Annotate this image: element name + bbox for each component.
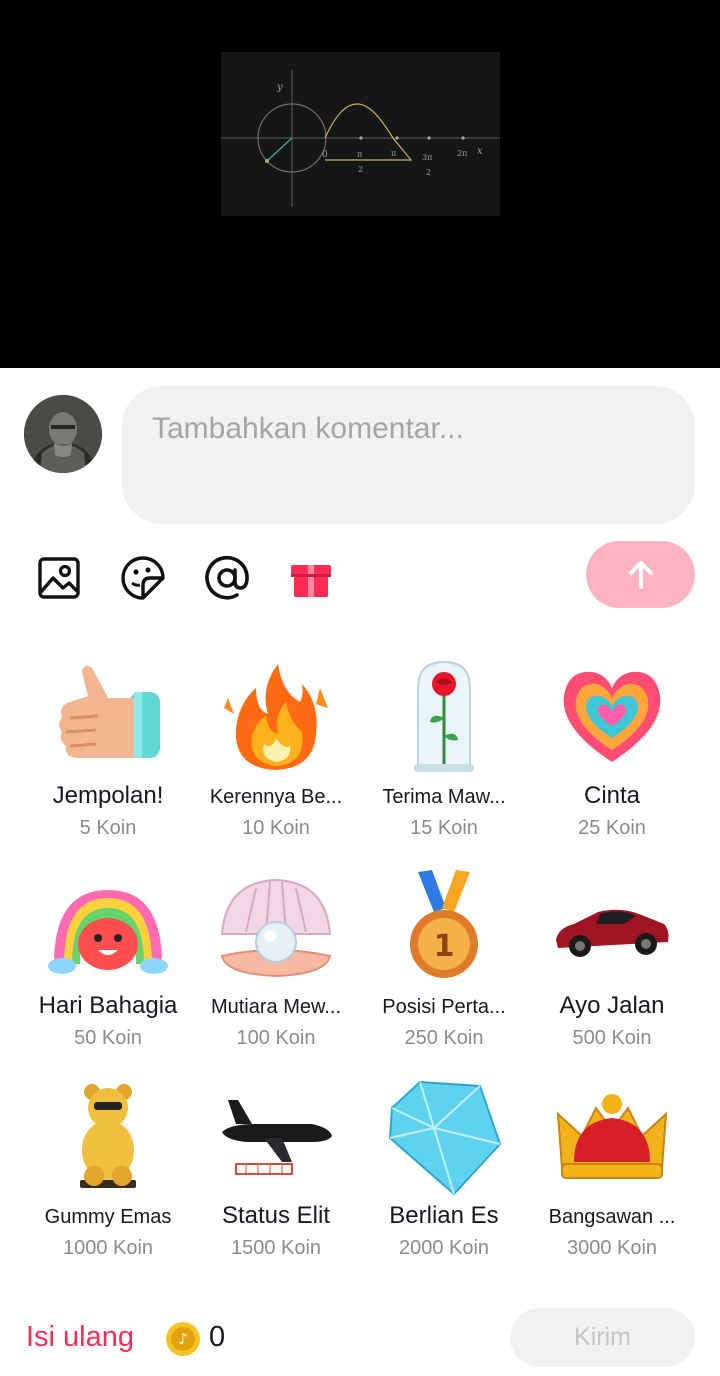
gift-name: Jempolan! [52,782,164,809]
gift-name: Berlian Es [389,1202,499,1229]
gift-name: Kerennya Be... [209,786,343,808]
gift-icon[interactable] [288,555,334,601]
gift-item[interactable]: 1 Posisi Perta... 250 Koin [360,858,528,1068]
pearl-shell-icon [216,858,336,998]
send-gift-button[interactable]: Kirim [510,1308,695,1367]
coin-balance: 0 [209,1321,226,1353]
gift-price: 1500 Koin [230,1237,322,1259]
gift-item[interactable]: Berlian Es 2000 Koin [360,1068,528,1278]
crown-icon [552,1068,672,1208]
gift-price: 100 Koin [236,1027,316,1049]
gift-item[interactable]: Gummy Emas 1000 Koin [24,1068,192,1278]
thumbs-up-icon [48,648,168,788]
rainbow-icon [48,858,168,998]
gift-name: Terima Maw... [382,786,506,808]
heart-icon [552,648,672,788]
gift-name: Bangsawan ... [548,1206,676,1228]
gift-price: 250 Koin [404,1027,484,1049]
gift-price: 3000 Koin [566,1237,658,1259]
gift-item[interactable]: Bangsawan ... 3000 Koin [528,1068,696,1278]
svg-text:2: 2 [426,168,431,177]
comment-toolbar [0,538,720,618]
gift-item[interactable]: Ayo Jalan 500 Koin [528,858,696,1068]
sticker-icon[interactable] [120,555,166,601]
gift-name: Ayo Jalan [559,992,665,1019]
gift-name: Hari Bahagia [38,992,178,1019]
rose-dome-icon [384,648,504,788]
gift-price: 10 Koin [242,817,310,839]
gift-item[interactable]: Hari Bahagia 50 Koin [24,858,192,1068]
svg-text:0: 0 [322,150,328,160]
gift-item[interactable]: Status Elit 1500 Koin [192,1068,360,1278]
gift-item[interactable]: Kerennya Be... 10 Koin [192,648,360,858]
diamond-icon [384,1068,504,1208]
mention-icon[interactable] [204,555,250,601]
svg-text:π: π [357,150,362,159]
arrow-up-icon [628,560,653,589]
gift-price: 50 Koin [74,1027,142,1049]
gift-item[interactable]: Cinta 25 Koin [528,648,696,858]
svg-text:2: 2 [358,165,363,174]
coin-icon: ♪ [166,1322,200,1356]
gift-name: Cinta [583,782,641,809]
jet-icon [216,1068,336,1208]
svg-text:π: π [391,149,396,158]
gift-item[interactable]: Terima Maw... 15 Koin [360,648,528,858]
gift-name: Mutiara Mew... [210,996,342,1018]
graph-y-label: y [276,82,283,93]
fire-icon [216,648,336,788]
send-comment-button[interactable] [586,541,695,608]
gift-item[interactable]: Jempolan! 5 Koin [24,648,192,858]
comment-input[interactable] [152,412,665,446]
gift-price: 15 Koin [410,817,478,839]
gift-price: 2000 Koin [398,1237,490,1259]
gift-name: Posisi Perta... [382,996,506,1018]
svg-text:1: 1 [434,929,455,964]
gold-bear-icon [48,1068,168,1208]
svg-text:3π: 3π [422,153,432,162]
refill-link[interactable]: Isi ulang [26,1321,134,1354]
gift-name: Status Elit [221,1202,331,1229]
avatar[interactable] [24,395,102,473]
comment-gift-sheet: Jempolan! 5 Koin Kerennya Be... 10 Koin … [0,368,720,1376]
gift-footer: Isi ulang ♪ 0 Kirim [0,1308,720,1368]
graph-x-label: x [477,146,483,157]
gift-price: 500 Koin [572,1027,652,1049]
image-icon[interactable] [36,555,82,601]
sports-car-icon [552,858,672,998]
gift-name: Gummy Emas [44,1206,172,1228]
gift-price: 25 Koin [578,817,646,839]
gift-price: 5 Koin [79,817,137,839]
video-player[interactable]: y x 0 π 2 π 3π 2 2π [0,0,720,368]
comment-field[interactable] [122,386,695,524]
medal-icon: 1 [384,858,504,998]
svg-text:2π: 2π [457,149,467,158]
gift-price: 1000 Koin [62,1237,154,1259]
video-frame-graph: y x 0 π 2 π 3π 2 2π [221,52,500,216]
gift-item[interactable]: Mutiara Mew... 100 Koin [192,858,360,1068]
